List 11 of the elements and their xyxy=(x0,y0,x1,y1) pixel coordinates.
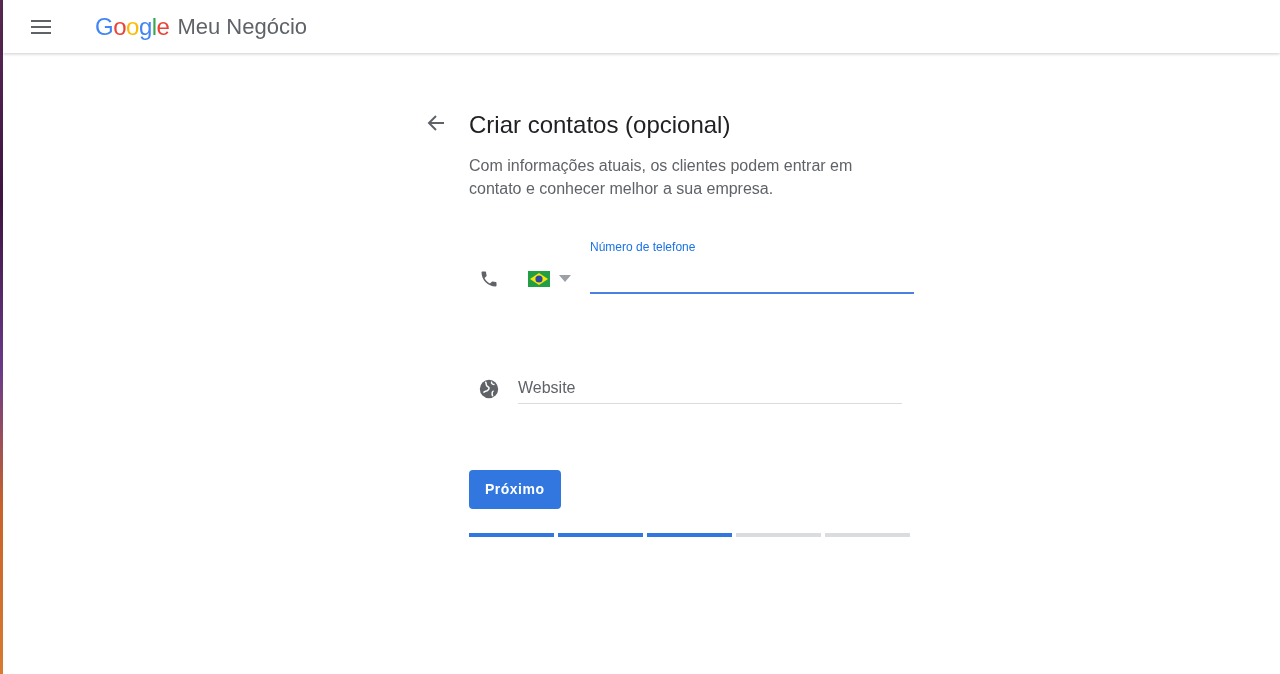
next-button[interactable]: Próximo xyxy=(469,469,561,509)
back-arrow-icon[interactable] xyxy=(427,115,445,131)
product-name: Meu Negócio xyxy=(177,13,308,41)
globe-icon xyxy=(478,377,500,400)
page-title: Criar contatos (opcional) xyxy=(469,111,732,140)
description-text: Com informações atuais, os clientes podem entrar em contato e conhecer melhor a sua empresa. xyxy=(469,155,854,199)
logo-wordmark[interactable]: Google xyxy=(95,8,170,45)
dropdown-caret-icon[interactable] xyxy=(559,274,571,282)
menu-icon[interactable] xyxy=(31,19,51,34)
brazil-flag-icon[interactable] xyxy=(528,270,550,287)
field-label: Número de telefone xyxy=(590,238,697,256)
